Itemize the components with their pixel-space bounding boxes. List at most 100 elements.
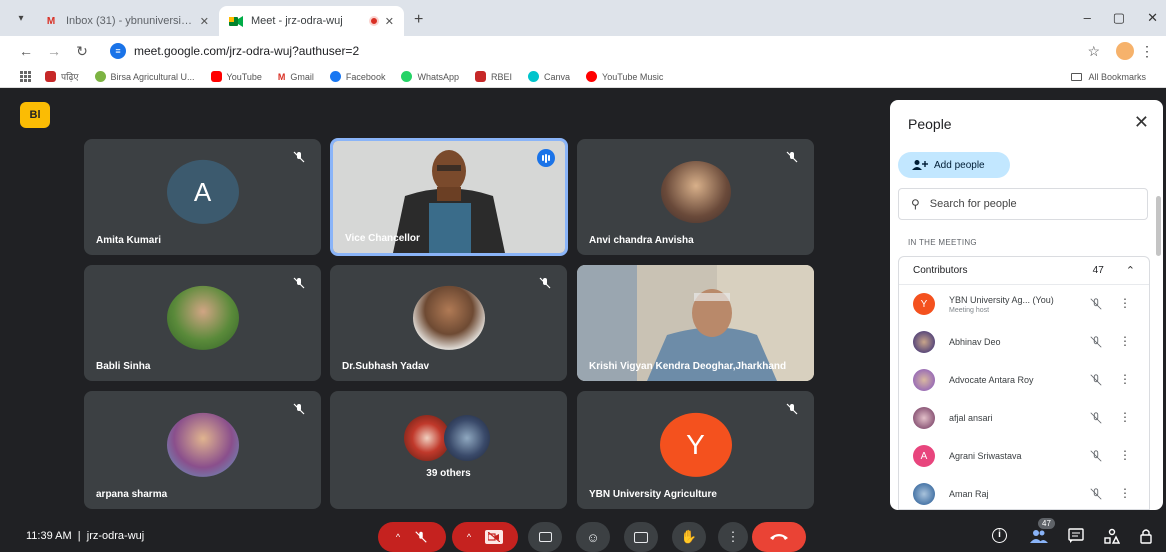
contributors-header[interactable]: Contributors 47 ⌃ bbox=[899, 257, 1149, 285]
bookmark-item[interactable]: YouTube bbox=[210, 71, 262, 82]
participant-name: Amita Kumari bbox=[96, 235, 162, 246]
person-name: Advocate Antara Roy bbox=[949, 375, 1034, 385]
others-count-label: 39 others bbox=[426, 468, 471, 479]
avatar: Y bbox=[913, 293, 935, 315]
close-icon[interactable]: ✕ bbox=[385, 15, 394, 28]
captions-button[interactable] bbox=[528, 522, 562, 552]
mic-off-icon bbox=[1090, 488, 1102, 500]
avatar: Y bbox=[659, 412, 732, 477]
profile-avatar[interactable] bbox=[1116, 42, 1134, 60]
phone-hangup-icon bbox=[770, 534, 788, 540]
close-icon[interactable]: ✕ bbox=[1134, 112, 1149, 133]
raise-hand-button[interactable]: ✋ bbox=[672, 522, 706, 552]
participant-tile[interactable]: arpana sharma bbox=[84, 391, 321, 509]
bookmark-label: RBEI bbox=[490, 71, 512, 82]
panel-title: People bbox=[908, 116, 952, 132]
tab-search-chevron-icon[interactable]: ▾ bbox=[8, 5, 34, 31]
avatar bbox=[913, 407, 935, 429]
add-people-button[interactable]: Add people bbox=[898, 152, 1010, 178]
back-arrow-icon[interactable]: ← bbox=[12, 43, 40, 59]
kebab-menu-icon[interactable]: ⋮ bbox=[1119, 448, 1131, 462]
kebab-menu-icon[interactable]: ⋮ bbox=[1119, 296, 1131, 310]
camera-toggle-button[interactable]: ^ bbox=[452, 522, 518, 552]
bookmark-item[interactable]: RBEI bbox=[474, 71, 512, 82]
list-item[interactable]: Aman Raj ⋮ bbox=[899, 475, 1149, 510]
kebab-menu-icon: ⋮ bbox=[726, 529, 740, 544]
chevron-up-icon[interactable]: ^ bbox=[467, 532, 471, 542]
kebab-menu-icon[interactable]: ⋮ bbox=[1119, 334, 1131, 348]
meeting-activities-icon[interactable]: Bl bbox=[20, 102, 50, 128]
participant-tile[interactable]: Krishi Vigyan Kendra Deoghar,Jharkhand bbox=[577, 265, 814, 381]
url-field[interactable]: ≡ meet.google.com/jrz-odra-wuj?authuser=… bbox=[106, 39, 1096, 63]
participant-tile[interactable]: Y YBN University Agriculture bbox=[577, 391, 814, 509]
all-bookmarks-label: All Bookmarks bbox=[1088, 71, 1146, 82]
gmail-icon: M bbox=[46, 15, 56, 27]
participant-tile[interactable]: Dr.Subhash Yadav bbox=[330, 265, 567, 381]
emoji-icon: ☺ bbox=[586, 529, 600, 545]
tab-meet[interactable]: Meet - jrz-odra-wuj ✕ bbox=[219, 6, 404, 36]
avatar bbox=[412, 285, 485, 350]
participant-tile[interactable]: Babli Sinha bbox=[84, 265, 321, 381]
participant-tile[interactable]: Anvi chandra Anvisha bbox=[577, 139, 814, 255]
bookmark-item[interactable]: YouTube Music bbox=[586, 71, 663, 82]
panel-scrollbar[interactable] bbox=[1156, 196, 1161, 256]
list-item[interactable]: A Agrani Sriwastava ⋮ bbox=[899, 437, 1149, 475]
kebab-menu-icon[interactable]: ⋮ bbox=[1140, 43, 1154, 60]
search-people-input[interactable]: ⚲ Search for people bbox=[898, 188, 1148, 220]
site-info-icon[interactable]: ≡ bbox=[110, 43, 126, 59]
reactions-button[interactable]: ☺ bbox=[576, 522, 610, 552]
kebab-menu-icon[interactable]: ⋮ bbox=[1119, 486, 1131, 500]
apps-grid-icon[interactable] bbox=[20, 71, 31, 82]
forward-arrow-icon[interactable]: → bbox=[40, 43, 68, 59]
avatar bbox=[913, 483, 935, 505]
others-tile[interactable]: 39 others bbox=[330, 391, 567, 509]
kebab-menu-icon[interactable]: ⋮ bbox=[1119, 410, 1131, 424]
leave-call-button[interactable] bbox=[752, 522, 806, 552]
avatar: A bbox=[913, 445, 935, 467]
chat-icon[interactable] bbox=[1068, 528, 1086, 546]
mic-off-icon bbox=[293, 403, 305, 415]
present-button[interactable] bbox=[624, 522, 658, 552]
list-item[interactable]: afjal ansari ⋮ bbox=[899, 399, 1149, 437]
add-people-label: Add people bbox=[934, 159, 985, 171]
bookmark-item[interactable]: Canva bbox=[528, 71, 570, 82]
youtube-icon bbox=[210, 71, 222, 82]
bookmark-item[interactable]: पढ़िए bbox=[45, 70, 79, 83]
avatar bbox=[660, 161, 731, 224]
mic-toggle-button[interactable]: ^ bbox=[378, 522, 446, 552]
news-icon bbox=[45, 71, 56, 82]
window-close-icon[interactable]: ✕ bbox=[1147, 10, 1158, 26]
bookmark-label: WhatsApp bbox=[417, 71, 459, 82]
list-item[interactable]: Advocate Antara Roy ⋮ bbox=[899, 361, 1149, 399]
kebab-menu-icon[interactable]: ⋮ bbox=[1119, 372, 1131, 386]
url-text: meet.google.com/jrz-odra-wuj?authuser=2 bbox=[134, 44, 360, 58]
host-controls-icon[interactable] bbox=[1138, 528, 1156, 546]
people-button[interactable]: 47 bbox=[1030, 518, 1055, 546]
reload-icon[interactable]: ↻ bbox=[68, 43, 96, 60]
info-icon[interactable]: i bbox=[992, 528, 1007, 543]
bookmark-item[interactable]: WhatsApp bbox=[401, 71, 459, 82]
bookmark-star-icon[interactable]: ☆ bbox=[1087, 43, 1100, 60]
all-bookmarks-button[interactable]: All Bookmarks bbox=[1071, 72, 1146, 82]
list-item[interactable]: Abhinav Deo ⋮ bbox=[899, 323, 1149, 361]
mic-off-icon bbox=[1090, 298, 1102, 310]
person-name: Abhinav Deo bbox=[949, 337, 1001, 347]
whatsapp-icon bbox=[401, 71, 413, 82]
more-options-button[interactable]: ⋮ bbox=[718, 522, 748, 552]
chevron-up-icon[interactable]: ⌃ bbox=[1126, 264, 1135, 277]
close-icon[interactable]: ✕ bbox=[200, 15, 209, 28]
bookmark-item[interactable]: Birsa Agricultural U... bbox=[94, 71, 195, 82]
list-item[interactable]: Y YBN University Ag... (You) Meeting hos… bbox=[899, 285, 1149, 323]
minimize-icon[interactable]: – bbox=[1084, 10, 1091, 26]
restore-icon[interactable]: ▢ bbox=[1113, 10, 1125, 26]
bookmark-item[interactable]: Facebook bbox=[329, 71, 385, 82]
mic-off-icon bbox=[539, 277, 551, 289]
participant-tile[interactable]: A Amita Kumari bbox=[84, 139, 321, 255]
bookmark-item[interactable]: M Gmail bbox=[278, 72, 314, 82]
chevron-up-icon[interactable]: ^ bbox=[396, 532, 400, 542]
new-tab-icon[interactable]: + bbox=[414, 11, 423, 29]
activities-icon[interactable] bbox=[1104, 528, 1122, 546]
participant-tile-speaking[interactable]: Vice Chancellor bbox=[330, 138, 568, 256]
tab-inbox[interactable]: M Inbox (31) - ybnuniversityagric ✕ bbox=[34, 6, 219, 36]
search-placeholder: Search for people bbox=[929, 198, 1017, 210]
